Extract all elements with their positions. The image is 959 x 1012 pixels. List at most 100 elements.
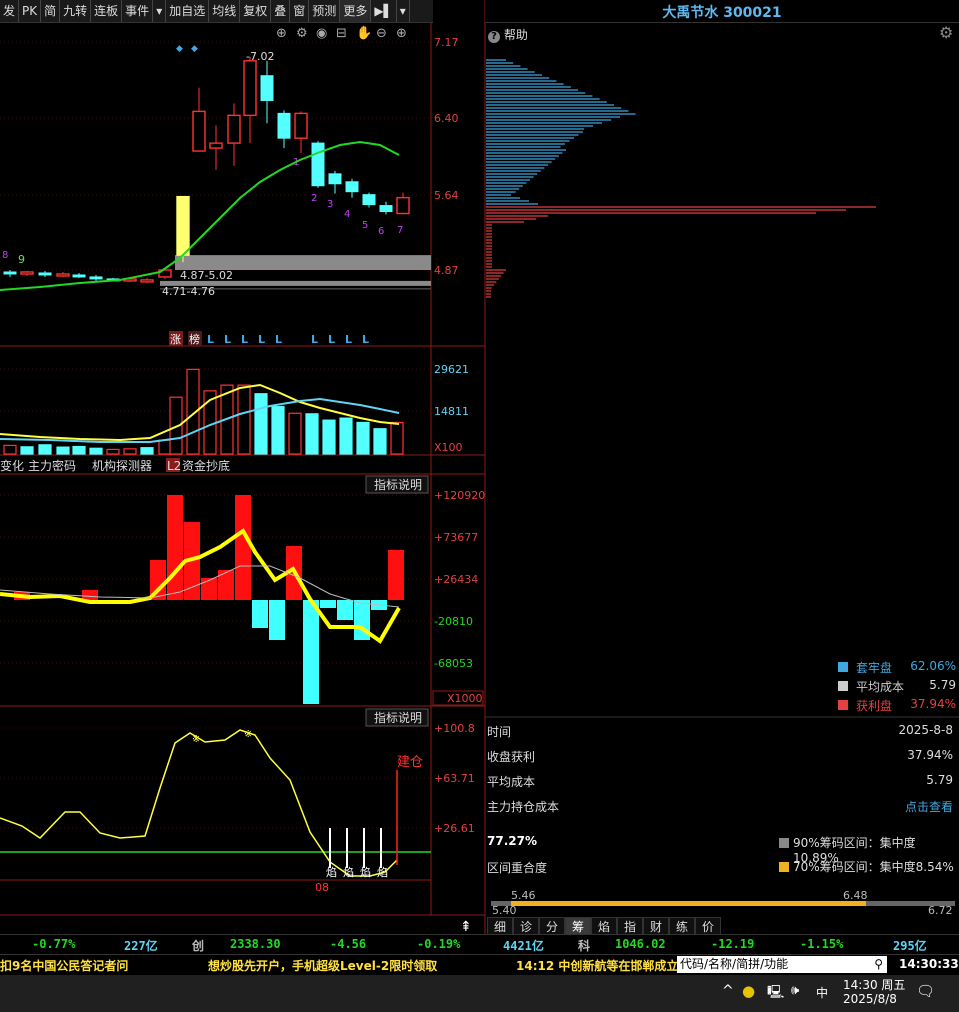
ime-indicator[interactable]: 中 xyxy=(816,984,828,1001)
macd-bar xyxy=(269,600,285,640)
windows-taskbar: ^ ● 🖳 🕪 中 14:30 周五 2025/8/8 🗨 xyxy=(0,975,959,1012)
candle-body xyxy=(38,272,52,276)
toolbar-item-4[interactable]: 连板 xyxy=(91,0,123,22)
volume-bar xyxy=(38,444,52,455)
indicator-tab-0: 变化 xyxy=(0,458,24,473)
tray-app-icon[interactable]: ● xyxy=(742,982,755,1000)
toolbar-item-6[interactable]: ▾ xyxy=(153,0,167,22)
count-label-5: 5 xyxy=(362,220,368,231)
volume-bar xyxy=(237,384,251,455)
ticker-item-7: 科 xyxy=(578,939,591,953)
osc-glyph-3: 焰 xyxy=(377,865,388,879)
volume-icon[interactable]: 🕪 xyxy=(791,983,799,998)
info-row-2: 平均成本 5.79 xyxy=(487,773,957,795)
high-label: -7.02 xyxy=(246,50,274,63)
news-bar: 扣9名中国公民答记者问 想炒股先开户，手机超级Level-2限时领取 14:12 中… xyxy=(0,954,959,974)
ticker-item-11: 295亿 xyxy=(893,939,927,953)
macd-bar xyxy=(337,600,353,620)
news-item-2[interactable]: 14:12 中创新航等在邯郸成立 xyxy=(516,957,678,974)
range-bot-right: 6.72 xyxy=(928,904,953,917)
ticker-item-6: 4421亿 xyxy=(503,939,544,953)
info-row-3[interactable]: 主力持仓成本 点击查看 xyxy=(487,798,957,820)
macd-y-tick: +120920 xyxy=(434,489,485,502)
help-link[interactable]: ? 帮助 xyxy=(488,26,528,43)
toolbar-item-9[interactable]: 复权 xyxy=(240,0,272,22)
candle-body xyxy=(345,181,359,193)
search-placeholder: 代码/名称/简拼/功能 xyxy=(680,957,789,971)
legend-row-0: 套牢盘 62.06% xyxy=(836,659,958,678)
volume-bar xyxy=(322,419,336,455)
event-marker-l: L xyxy=(328,333,335,346)
toolbar-item-7[interactable]: 加自选 xyxy=(166,0,210,22)
tray-chevron-icon[interactable]: ^ xyxy=(722,983,734,999)
osc-glyph-1: 焰 xyxy=(343,865,354,879)
macd-bar xyxy=(388,550,404,600)
legend-value: 5.79 xyxy=(929,678,956,692)
toolbar-item-12[interactable]: 预测 xyxy=(309,0,341,22)
news-item-0[interactable]: 扣9名中国公民答记者问 xyxy=(0,957,128,974)
legend-swatch xyxy=(838,700,848,710)
notification-icon[interactable]: 🗨 xyxy=(916,982,935,1000)
info-key: 收盘获利 xyxy=(487,750,536,764)
candle-body xyxy=(20,271,34,275)
range-top-left: 5.46 xyxy=(511,889,536,902)
osc-glyph-0: 焰 xyxy=(326,865,337,879)
search-icon[interactable]: ⚲ xyxy=(874,956,883,973)
osc-top-marker: ※ xyxy=(192,734,200,745)
candle-body xyxy=(311,142,325,187)
count-label-4: 4 xyxy=(344,209,350,220)
search-box[interactable]: 代码/名称/简拼/功能 ⚲ xyxy=(677,956,887,973)
toolbar-item-2[interactable]: 简 xyxy=(41,0,61,22)
count-label-6: 6 xyxy=(378,226,384,237)
range-bar-70 xyxy=(511,901,866,906)
c70-label: 70%筹码区间：集中度8.54% xyxy=(793,860,954,874)
info-key: 主力持仓成本 xyxy=(487,800,560,814)
clock: 14:30:33 xyxy=(899,957,959,971)
index-ticker: -0.77% 227亿 创 2338.30 -4.56 -0.19% 4421亿 科 1046.… xyxy=(0,934,959,954)
ticker-item-3: 2338.30 xyxy=(230,937,281,951)
toolbar-item-15[interactable]: ▾ xyxy=(397,0,410,22)
volume-bar xyxy=(373,428,387,455)
event-marker-l: L xyxy=(275,333,282,346)
toolbar-item-5[interactable]: 事件 xyxy=(122,0,154,22)
toolbar-item-11[interactable]: 窗 xyxy=(290,0,310,22)
left-label-8: 8 xyxy=(2,250,8,261)
legend-row-1: 平均成本 5.79 xyxy=(836,678,958,697)
info-value[interactable]: 点击查看 xyxy=(905,798,953,815)
toolbar-item-8[interactable]: 均线 xyxy=(209,0,241,22)
ticker-item-0: -0.77% xyxy=(32,937,76,951)
count-label-2: 2 xyxy=(311,193,317,204)
support-zone-1 xyxy=(175,255,431,270)
macd-bar xyxy=(201,578,217,600)
info-value: 37.94% xyxy=(907,748,953,762)
range-top-right: 6.48 xyxy=(843,889,868,902)
toolbar-item-10[interactable]: 叠 xyxy=(271,0,291,22)
network-icon[interactable]: 🖳 xyxy=(767,983,784,1005)
toolbar-item-1[interactable]: PK xyxy=(19,0,42,22)
vol-y-tick: 14811 xyxy=(434,405,469,418)
osc-glyph-2: 焰 xyxy=(360,865,371,879)
news-item-1[interactable]: 想炒股先开户，手机超级Level-2限时领取 xyxy=(208,957,437,974)
price-y-tick: 5.64 xyxy=(434,189,459,202)
signal-diamond: ◆ xyxy=(191,44,198,54)
info-key: 时间 xyxy=(487,725,512,739)
ticker-item-10: -1.15% xyxy=(800,937,844,951)
toolbar-item-3[interactable]: 九转 xyxy=(60,0,92,22)
stock-title[interactable]: 大禹节水 300021 xyxy=(485,2,959,22)
toolbar-item-13[interactable]: 更多 xyxy=(340,0,372,22)
toolbar-item-14[interactable]: ▶▌ xyxy=(371,0,397,22)
volume-bar xyxy=(3,444,17,455)
price-y-tick: 7.17 xyxy=(434,36,459,49)
toolbar-item-0[interactable]: 发 xyxy=(0,0,20,22)
candle-body xyxy=(379,205,393,213)
ticker-item-9: -12.19 xyxy=(711,937,755,951)
price-y-tick: 6.40 xyxy=(434,112,459,125)
settings-gear-icon[interactable]: ⚙ xyxy=(939,23,953,42)
scroll-up-icon: ⇞ xyxy=(460,919,472,935)
price-y-tick: 4.87 xyxy=(434,264,459,277)
event-badge: 涨 xyxy=(170,333,181,346)
volume-bar xyxy=(254,393,268,455)
zone2-label: 4.71-4.76 xyxy=(162,285,215,298)
zone1-label: 4.87-5.02 xyxy=(180,269,233,282)
range-bot-left: 5.40 xyxy=(492,904,517,917)
